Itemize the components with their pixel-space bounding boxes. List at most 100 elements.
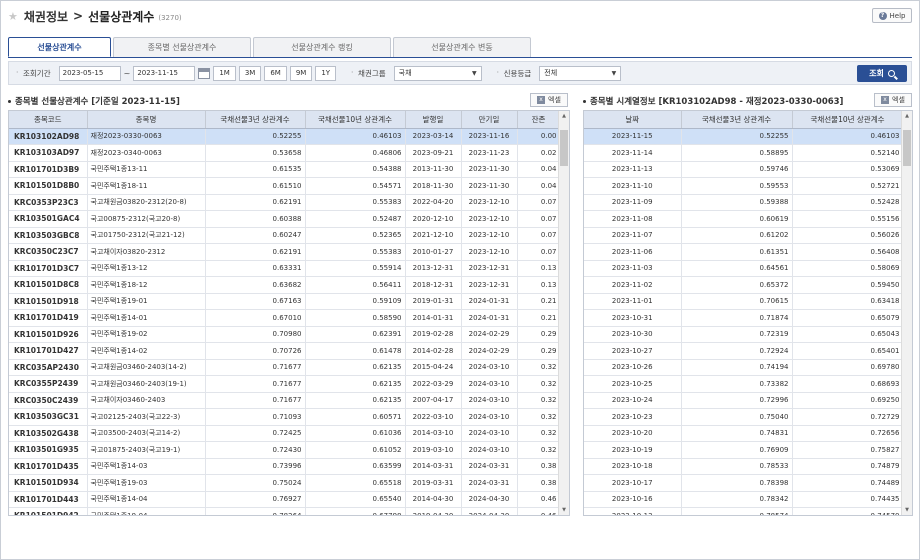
- scroll-down-icon[interactable]: ▼: [559, 505, 569, 515]
- tab-futures-correlation[interactable]: 선물상관계수: [8, 37, 111, 57]
- left-column-header[interactable]: 종목코드: [9, 111, 88, 129]
- left-scroll-thumb[interactable]: [560, 130, 568, 166]
- table-cell: 0.38: [517, 458, 561, 475]
- table-row[interactable]: KR101701D3C7 국민주택1종13-12 0.63331 0.55914 201…: [9, 260, 561, 277]
- table-cell: 0.32: [517, 425, 561, 442]
- table-row[interactable]: KR101501D934 국민주택1종19-03 0.75024 0.65518 201…: [9, 474, 561, 492]
- table-row[interactable]: KR101701D435 국민주택1종14-03 0.73996 0.63599 201…: [9, 458, 561, 475]
- right-scroll-thumb[interactable]: [903, 130, 911, 166]
- table-row[interactable]: 2023-10-23 0.75040 0.72729: [584, 408, 904, 426]
- favorite-star-icon[interactable]: ★: [8, 10, 18, 23]
- period-6m-button[interactable]: 6M: [264, 65, 287, 81]
- table-cell: 0.74489: [792, 474, 904, 492]
- left-column-header[interactable]: 만기일: [461, 111, 518, 129]
- calendar-icon[interactable]: [198, 67, 211, 79]
- table-row[interactable]: KR103503GBC8 국고01750-2312(국고21-12) 0.60247…: [9, 227, 561, 244]
- table-row[interactable]: KRC0350C2439 국고채이자03460-2403 0.71677 0.6213…: [9, 392, 561, 409]
- left-column-header[interactable]: 발행일: [405, 111, 462, 129]
- table-row[interactable]: 2023-10-25 0.73382 0.68693: [584, 375, 904, 393]
- table-row[interactable]: KR101501D918 국민주택1종19-01 0.67163 0.59109 201…: [9, 293, 561, 310]
- table-row[interactable]: 2023-11-14 0.58895 0.52140: [584, 144, 904, 162]
- tab-by-security[interactable]: 종목별 선물상관계수: [113, 37, 251, 57]
- table-row[interactable]: KR101501D926 국민주택1종19-02 0.70980 0.62391 201…: [9, 326, 561, 343]
- tab-change[interactable]: 선물상관계수 변동: [393, 37, 531, 57]
- table-cell: 0.07: [517, 210, 561, 228]
- table-row[interactable]: KR103501GAC4 국고00875-2312(국고20-8) 0.60388 0…: [9, 210, 561, 228]
- table-row[interactable]: 2023-10-30 0.72319 0.65043: [584, 326, 904, 343]
- table-cell: 0.52365: [305, 227, 406, 244]
- table-row[interactable]: KR103103AD97 재정2023-0340-0063 0.53658 0.468…: [9, 144, 561, 162]
- table-row[interactable]: 2023-10-31 0.71874 0.65079: [584, 309, 904, 327]
- table-cell: 0.53069: [792, 161, 904, 178]
- table-row[interactable]: 2023-11-06 0.61351 0.56408: [584, 243, 904, 261]
- table-cell: 0.59746: [681, 161, 793, 178]
- table-row[interactable]: KR101501D8C8 국민주택1종18-12 0.63682 0.56411 201…: [9, 276, 561, 294]
- table-row[interactable]: KRC0350C23C7 국고채이자03820-2312 0.62191 0.5538…: [9, 243, 561, 261]
- right-column-header[interactable]: 국채선물3년 상관계수: [681, 111, 793, 129]
- left-scrollbar[interactable]: ▲ ▼: [558, 111, 569, 515]
- help-button[interactable]: ? Help: [872, 8, 912, 23]
- left-excel-button[interactable]: x 엑셀: [530, 93, 568, 107]
- table-row[interactable]: 2023-10-27 0.72924 0.65401: [584, 342, 904, 360]
- table-row[interactable]: KRC0353P23C3 국고채원금03820-2312(20-8) 0.62191…: [9, 194, 561, 211]
- table-row[interactable]: KR103502G438 국고03500-2403(국고14-2) 0.72425 0…: [9, 425, 561, 442]
- table-cell: 2024-03-31: [461, 474, 518, 492]
- table-row[interactable]: 2023-11-10 0.59553 0.52721: [584, 177, 904, 195]
- table-row[interactable]: 2023-10-18 0.78533 0.74879: [584, 458, 904, 475]
- period-9m-button[interactable]: 9M: [289, 65, 313, 81]
- table-row[interactable]: KR101701D419 국민주택1종14-01 0.67010 0.58590 201…: [9, 309, 561, 327]
- scroll-up-icon[interactable]: ▲: [559, 111, 569, 121]
- table-cell: 2023-11-06: [584, 243, 682, 261]
- table-row[interactable]: KR101701D443 국민주택1종14-04 0.76927 0.65540 201…: [9, 491, 561, 508]
- left-column-header[interactable]: 국채선물10년 상관계수: [305, 111, 406, 129]
- right-column-header[interactable]: 날짜: [584, 111, 682, 129]
- table-row[interactable]: 2023-11-15 0.52255 0.46103: [584, 128, 904, 145]
- date-from-input[interactable]: 2023-05-15: [58, 65, 121, 81]
- table-row[interactable]: KRC0355P2439 국고채원금03460-2403(19-1) 0.71677…: [9, 375, 561, 393]
- period-1m-button[interactable]: 1M: [213, 65, 236, 81]
- left-excel-label: 엑셀: [548, 96, 561, 104]
- table-cell: 0.62191: [205, 243, 306, 261]
- table-row[interactable]: 2023-10-13 0.78574 0.74570: [584, 507, 904, 515]
- scroll-down-icon[interactable]: ▼: [902, 505, 912, 515]
- table-row[interactable]: 2023-10-24 0.72996 0.69250: [584, 392, 904, 409]
- table-row[interactable]: KR101501D8B0 국민주택1종18-11 0.61510 0.54571 201…: [9, 177, 561, 195]
- table-row[interactable]: KR103503GC31 국고02125-2403(국고22-3) 0.71093 0…: [9, 408, 561, 426]
- table-row[interactable]: 2023-11-01 0.70615 0.63418: [584, 293, 904, 310]
- table-cell: 2024-04-30: [461, 491, 518, 508]
- right-scrollbar[interactable]: ▲ ▼: [901, 111, 912, 515]
- period-1y-button[interactable]: 1Y: [315, 65, 337, 81]
- table-row[interactable]: 2023-11-13 0.59746 0.53069: [584, 161, 904, 178]
- table-row[interactable]: 2023-11-02 0.65372 0.59450: [584, 276, 904, 294]
- rating-select[interactable]: 전체 ▼: [539, 65, 622, 81]
- left-column-header[interactable]: 종목명: [87, 111, 206, 129]
- table-cell: 2023-10-20: [584, 425, 682, 442]
- table-row[interactable]: KR101701D3B9 국민주택1종13-11 0.61535 0.54388 201…: [9, 161, 561, 178]
- table-row[interactable]: 2023-11-08 0.60619 0.55156: [584, 210, 904, 228]
- right-excel-button[interactable]: x 엑셀: [874, 93, 912, 107]
- left-column-header[interactable]: 국채선물3년 상관계수: [205, 111, 306, 129]
- right-column-header[interactable]: 국채선물10년 상관계수: [792, 111, 904, 129]
- date-to-input[interactable]: 2023-11-15: [133, 65, 196, 81]
- table-row[interactable]: KR101701D427 국민주택1종14-02 0.70726 0.61478 201…: [9, 342, 561, 360]
- table-row[interactable]: 2023-10-20 0.74831 0.72656: [584, 425, 904, 442]
- left-column-header[interactable]: 잔존: [517, 111, 561, 129]
- table-row[interactable]: 2023-11-07 0.61202 0.56026: [584, 227, 904, 244]
- tab-ranking[interactable]: 선물상관계수 랭킹: [253, 37, 391, 57]
- table-row[interactable]: 2023-11-03 0.64561 0.58069: [584, 260, 904, 277]
- table-row[interactable]: 2023-10-17 0.78398 0.74489: [584, 474, 904, 492]
- search-button[interactable]: 조회: [857, 65, 907, 82]
- table-row[interactable]: 2023-10-16 0.78342 0.74435: [584, 491, 904, 508]
- group-select[interactable]: 국채 ▼: [393, 65, 482, 81]
- table-row[interactable]: 2023-10-19 0.76909 0.75827: [584, 441, 904, 459]
- table-cell: 0.72425: [205, 425, 306, 442]
- table-row[interactable]: KRC035AP2430 국고채원금03460-2403(14-2) 0.71677…: [9, 359, 561, 376]
- table-row[interactable]: 2023-10-26 0.74194 0.69780: [584, 359, 904, 376]
- table-row[interactable]: KR101501D942 국민주택1종19-04 0.78264 0.67798 201…: [9, 507, 561, 515]
- scroll-up-icon[interactable]: ▲: [902, 111, 912, 121]
- table-row[interactable]: KR103501G935 국고01875-2403(국고19-1) 0.72430 0…: [9, 441, 561, 459]
- table-cell: 0.61351: [681, 243, 793, 261]
- table-row[interactable]: 2023-11-09 0.59388 0.52428: [584, 194, 904, 211]
- period-3m-button[interactable]: 3M: [238, 65, 262, 81]
- table-row[interactable]: KR103102AD98 재정2023-0330-0063 0.52255 0.461…: [9, 128, 561, 145]
